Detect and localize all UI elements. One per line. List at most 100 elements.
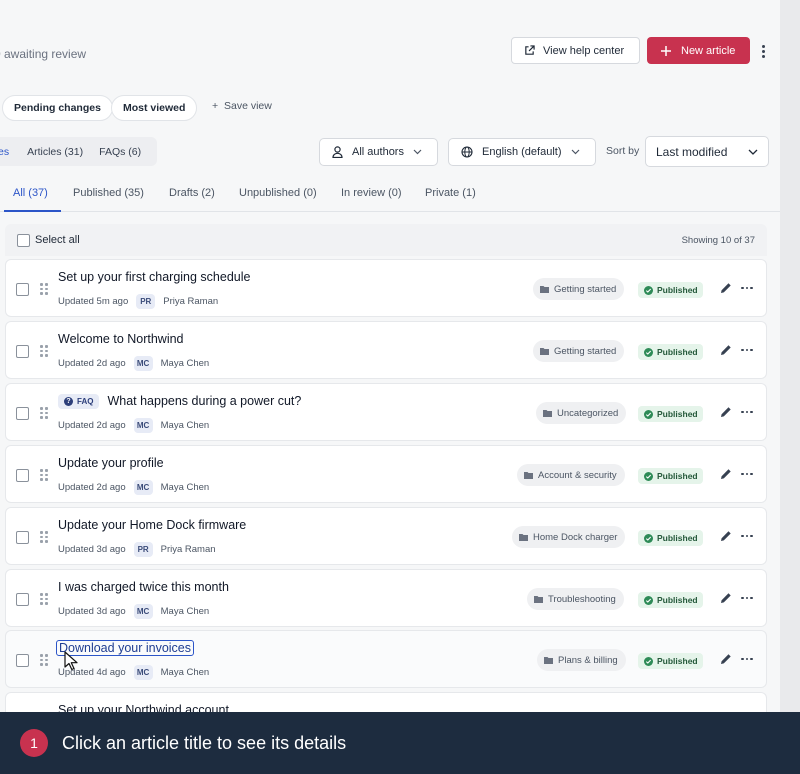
- more-icon[interactable]: [741, 469, 755, 479]
- status-tabs: All (37) Published (35) Drafts (2) Unpub…: [0, 185, 780, 212]
- more-icon[interactable]: [741, 531, 755, 541]
- avatar: MC: [133, 604, 153, 619]
- pencil-icon[interactable]: [719, 405, 733, 419]
- sort-select[interactable]: Last modified: [645, 136, 769, 167]
- row-checkbox[interactable]: [16, 531, 29, 544]
- folder-icon: [540, 348, 549, 355]
- updated-time: Updated 3d ago: [58, 544, 126, 555]
- new-article-button[interactable]: New article: [647, 37, 750, 64]
- folder-icon: [519, 534, 528, 541]
- category-tag[interactable]: Getting started: [533, 278, 625, 300]
- row-checkbox[interactable]: [16, 469, 29, 482]
- article-row[interactable]: I was charged twice this month Updated 3…: [5, 569, 767, 627]
- page-subtitle: 0 awaiting review: [0, 47, 87, 61]
- view-chip-pending-changes[interactable]: Pending changes: [2, 95, 113, 121]
- article-title[interactable]: I was charged twice this month: [58, 580, 229, 594]
- updated-time: Updated 3d ago: [58, 606, 126, 617]
- drag-handle-icon[interactable]: [40, 593, 48, 605]
- tab-status-in-review[interactable]: In review (0): [341, 187, 402, 199]
- check-circle-icon: [644, 656, 653, 666]
- step-number: 1: [20, 729, 48, 757]
- select-all-checkbox[interactable]: [17, 234, 30, 247]
- view-chip-most-viewed[interactable]: Most viewed: [111, 95, 198, 121]
- article-title[interactable]: Welcome to Northwind: [58, 332, 184, 346]
- tab-status-all[interactable]: All (37): [13, 187, 48, 199]
- status-label: Published: [657, 285, 698, 295]
- avatar: MC: [133, 665, 153, 680]
- status-badge: Published: [638, 406, 703, 422]
- language-filter[interactable]: English (default): [448, 138, 596, 166]
- more-icon[interactable]: [741, 345, 755, 355]
- article-meta: Updated 4d ago MC Maya Chen: [58, 665, 209, 680]
- drag-handle-icon[interactable]: [40, 654, 48, 666]
- category-tag[interactable]: Troubleshooting: [527, 588, 624, 610]
- category-tag[interactable]: Uncategorized: [536, 402, 627, 424]
- more-icon[interactable]: [741, 407, 755, 417]
- row-checkbox[interactable]: [16, 345, 29, 358]
- pencil-icon[interactable]: [719, 591, 733, 605]
- more-icon[interactable]: [741, 283, 755, 293]
- category-tag[interactable]: Getting started: [533, 340, 625, 362]
- authors-filter[interactable]: All authors: [319, 138, 438, 166]
- pencil-icon[interactable]: [719, 343, 733, 357]
- row-checkbox[interactable]: [16, 407, 29, 420]
- pencil-icon[interactable]: [719, 467, 733, 481]
- drag-handle-icon[interactable]: [40, 469, 48, 481]
- article-meta: Updated 2d ago MC Maya Chen: [58, 480, 209, 495]
- avatar: PR: [136, 294, 156, 309]
- row-checkbox[interactable]: [16, 283, 29, 296]
- category-label: Getting started: [554, 345, 617, 357]
- tab-status-published[interactable]: Published (35): [73, 187, 144, 199]
- row-checkbox[interactable]: [16, 654, 29, 667]
- view-help-center-button[interactable]: View help center: [511, 37, 640, 64]
- category-tag[interactable]: Plans & billing: [537, 649, 626, 671]
- tab-status-unpublished[interactable]: Unpublished (0): [239, 187, 317, 199]
- tab-all-types[interactable]: es: [0, 146, 15, 158]
- avatar: MC: [133, 418, 153, 433]
- row-checkbox[interactable]: [16, 593, 29, 606]
- tab-status-private[interactable]: Private (1): [425, 187, 476, 199]
- author-name: Priya Raman: [160, 544, 216, 555]
- category-label: Plans & billing: [558, 654, 618, 666]
- article-title[interactable]: What happens during a power cut?: [107, 394, 301, 408]
- save-view-label: Save view: [223, 100, 272, 112]
- article-row[interactable]: Download your invoices Updated 4d ago MC…: [5, 630, 767, 688]
- pencil-icon[interactable]: [719, 652, 733, 666]
- folder-icon: [543, 410, 552, 417]
- category-label: Uncategorized: [557, 407, 619, 419]
- article-row[interactable]: Update your profile Updated 2d ago MC Ma…: [5, 445, 767, 503]
- more-icon[interactable]: [741, 654, 755, 664]
- more-icon[interactable]: [741, 593, 755, 603]
- author-name: Maya Chen: [160, 667, 210, 678]
- article-row[interactable]: Update your Home Dock firmware Updated 3…: [5, 507, 767, 565]
- category-tag[interactable]: Home Dock charger: [512, 526, 626, 548]
- chevron-down-icon: [748, 149, 758, 155]
- tab-status-drafts[interactable]: Drafts (2): [169, 187, 215, 199]
- plus-icon: +: [212, 100, 219, 112]
- drag-handle-icon[interactable]: [40, 345, 48, 357]
- tab-faqs[interactable]: FAQs (6): [93, 146, 147, 158]
- save-view-button[interactable]: + Save view: [212, 100, 272, 112]
- drag-handle-icon[interactable]: [40, 283, 48, 295]
- article-row[interactable]: Set up your first charging schedule Upda…: [5, 259, 767, 317]
- updated-time: Updated 2d ago: [58, 358, 126, 369]
- pencil-icon[interactable]: [719, 529, 733, 543]
- faq-badge: ? FAQ: [58, 394, 100, 409]
- tab-articles[interactable]: Articles (31): [21, 146, 89, 158]
- drag-handle-icon[interactable]: [40, 531, 48, 543]
- category-label: Account & security: [538, 469, 617, 481]
- folder-icon: [534, 596, 543, 603]
- updated-time: Updated 2d ago: [58, 482, 126, 493]
- article-title[interactable]: Update your profile: [58, 456, 164, 470]
- more-options-icon[interactable]: [758, 42, 768, 60]
- article-title[interactable]: Update your Home Dock firmware: [58, 518, 246, 532]
- author-name: Maya Chen: [160, 482, 210, 493]
- plus-icon: [661, 45, 671, 56]
- article-row[interactable]: Welcome to Northwind Updated 2d ago MC M…: [5, 321, 767, 379]
- check-circle-icon: [644, 595, 653, 605]
- pencil-icon[interactable]: [719, 281, 733, 295]
- drag-handle-icon[interactable]: [40, 407, 48, 419]
- article-row[interactable]: ? FAQ What happens during a power cut? U…: [5, 383, 767, 441]
- article-title[interactable]: Set up your first charging schedule: [58, 270, 250, 284]
- category-tag[interactable]: Account & security: [517, 464, 625, 486]
